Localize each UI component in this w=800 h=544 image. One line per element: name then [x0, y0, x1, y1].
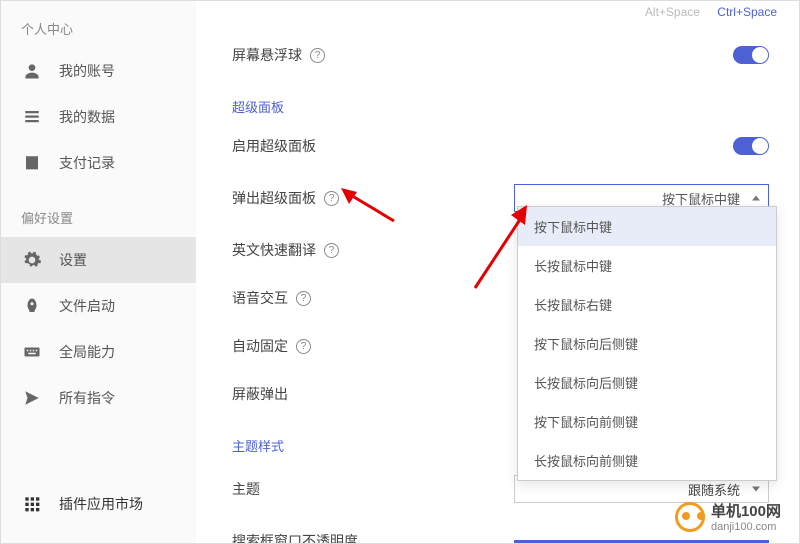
row-floating-ball: 屏幕悬浮球?: [232, 31, 769, 79]
help-icon[interactable]: ?: [296, 339, 311, 354]
section-super-panel: 超级面板: [232, 79, 769, 122]
label-voice: 语音交互: [232, 288, 288, 308]
receipt-icon: [21, 152, 43, 174]
toggle-floating-ball[interactable]: [733, 46, 769, 64]
help-icon[interactable]: ?: [310, 48, 325, 63]
caret-down-icon: [752, 487, 760, 492]
sidebar: 个人中心 我的账号 我的数据 支付记录 偏好设置 设置 文件启动 全局能力 所有…: [1, 1, 196, 543]
sidebar-item-label: 所有指令: [59, 388, 115, 408]
watermark-logo-icon: [675, 502, 705, 532]
opacity-slider[interactable]: [514, 540, 769, 543]
sidebar-item-account[interactable]: 我的账号: [1, 48, 196, 94]
label-opacity: 搜索框窗口不透明度: [232, 531, 358, 543]
toggle-enable-super-panel[interactable]: [733, 137, 769, 155]
label-english-translate: 英文快速翻译: [232, 240, 316, 260]
dropdown-option[interactable]: 按下鼠标中键: [518, 207, 776, 246]
label-popup-super-panel: 弹出超级面板: [232, 188, 316, 208]
sidebar-item-global[interactable]: 全局能力: [1, 329, 196, 375]
watermark: 单机100网 danji100.com: [675, 500, 781, 533]
sidebar-item-label: 插件应用市场: [59, 494, 143, 514]
sidebar-item-label: 我的账号: [59, 61, 115, 81]
sidebar-item-label: 文件启动: [59, 296, 115, 316]
label-floating-ball: 屏幕悬浮球: [232, 45, 302, 65]
dropdown-option[interactable]: 按下鼠标向后侧键: [518, 324, 776, 363]
label-theme: 主题: [232, 479, 260, 499]
select-value: 按下鼠标中键: [662, 189, 740, 208]
list-icon: [21, 106, 43, 128]
sidebar-section-personal: 个人中心: [1, 19, 196, 38]
watermark-url: danji100.com: [711, 521, 781, 533]
label-auto-fix: 自动固定: [232, 336, 288, 356]
watermark-name: 单机100网: [711, 500, 781, 521]
row-enable-super-panel: 启用超级面板: [232, 122, 769, 170]
apps-icon: [21, 493, 43, 515]
help-icon[interactable]: ?: [324, 243, 339, 258]
rocket-icon: [21, 295, 43, 317]
select-value: 跟随系统: [688, 480, 740, 499]
user-icon: [21, 60, 43, 82]
dropdown-option[interactable]: 按下鼠标向前侧键: [518, 402, 776, 441]
sidebar-item-data[interactable]: 我的数据: [1, 94, 196, 140]
sidebar-item-payment[interactable]: 支付记录: [1, 140, 196, 186]
dropdown-option[interactable]: 长按鼠标中键: [518, 246, 776, 285]
sidebar-section-preferences: 偏好设置: [1, 208, 196, 227]
label-enable-super-panel: 启用超级面板: [232, 136, 316, 156]
sidebar-item-file-launch[interactable]: 文件启动: [1, 283, 196, 329]
sidebar-item-label: 我的数据: [59, 107, 115, 127]
dropdown-option[interactable]: 长按鼠标右键: [518, 285, 776, 324]
dropdown-option[interactable]: 长按鼠标向后侧键: [518, 363, 776, 402]
help-icon[interactable]: ?: [296, 291, 311, 306]
keyboard-icon: [21, 341, 43, 363]
label-shield-popup: 屏蔽弹出: [232, 384, 288, 404]
dropdown-popup-trigger: 按下鼠标中键 长按鼠标中键 长按鼠标右键 按下鼠标向后侧键 长按鼠标向后侧键 按…: [517, 206, 777, 481]
sidebar-item-label: 支付记录: [59, 153, 115, 173]
gear-icon: [21, 249, 43, 271]
sidebar-item-settings[interactable]: 设置: [1, 237, 196, 283]
sidebar-item-all-commands[interactable]: 所有指令: [1, 375, 196, 421]
caret-up-icon: [752, 196, 760, 201]
sidebar-item-plugin-market[interactable]: 插件应用市场: [1, 481, 196, 527]
dropdown-option[interactable]: 长按鼠标向前侧键: [518, 441, 776, 480]
sidebar-item-label: 设置: [59, 250, 87, 270]
send-icon: [21, 387, 43, 409]
help-icon[interactable]: ?: [324, 191, 339, 206]
sidebar-item-label: 全局能力: [59, 342, 115, 362]
